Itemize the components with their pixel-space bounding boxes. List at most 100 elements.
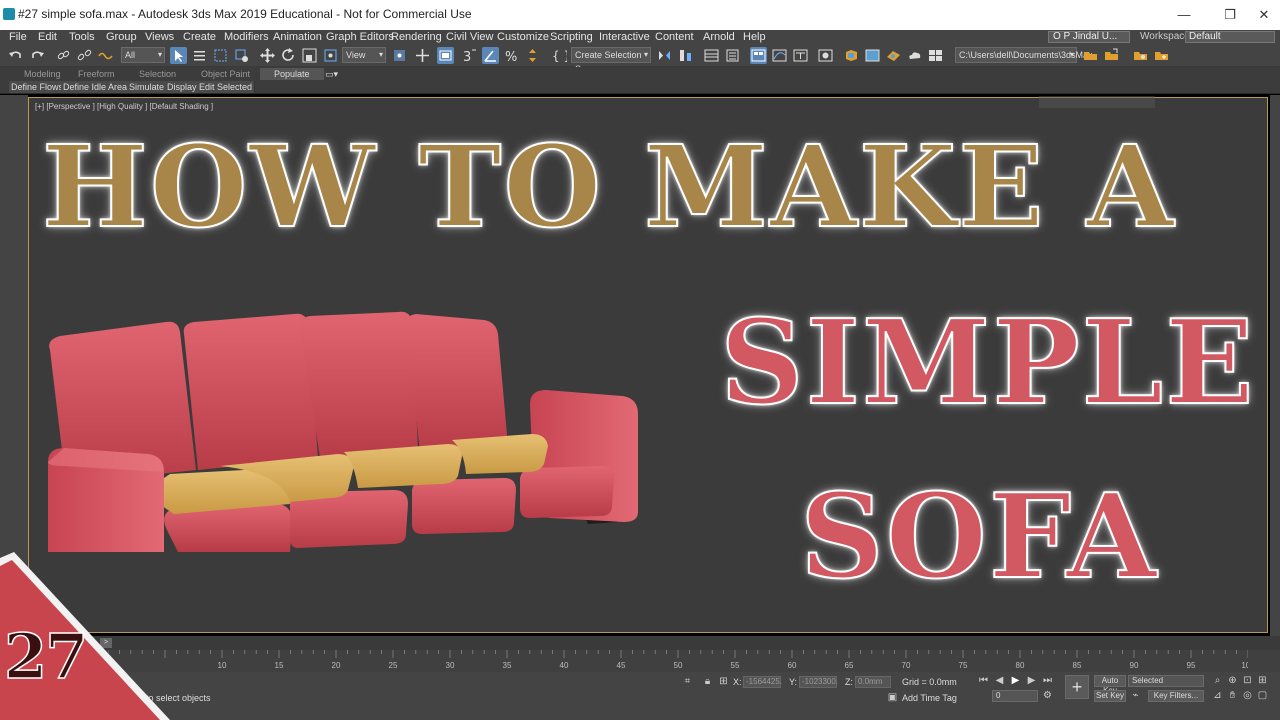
current-frame-field[interactable]: 0	[992, 690, 1038, 702]
menu-file[interactable]: File	[9, 30, 27, 44]
key-set-dropdown[interactable]: Selected	[1128, 675, 1204, 687]
goto-end-icon[interactable]: ⏭	[1042, 675, 1053, 686]
zoom-icon[interactable]: ⌕	[1212, 675, 1223, 686]
window-crossing-icon[interactable]	[233, 47, 250, 64]
render-in-cloud-icon[interactable]	[906, 47, 923, 64]
pivot-center-icon[interactable]	[391, 47, 408, 64]
folder-add-icon[interactable]	[1153, 47, 1170, 64]
open-folder-icon[interactable]	[1103, 47, 1120, 64]
absolute-mode-icon[interactable]: ⊞	[718, 676, 729, 687]
close-button[interactable]: ✕	[1244, 5, 1280, 25]
menu-content[interactable]: Content	[655, 30, 694, 44]
zoom-all-icon[interactable]: ⊕	[1227, 675, 1238, 686]
menu-customize[interactable]: Customize	[497, 30, 549, 44]
previous-frame-icon[interactable]: ◀︎	[994, 675, 1005, 686]
bind-space-warp-icon[interactable]	[97, 47, 114, 64]
x-coordinate-field[interactable]: -1564425.	[743, 676, 782, 688]
add-time-tag-button[interactable]: Add Time Tag	[902, 693, 957, 703]
menu-arnold[interactable]: Arnold	[703, 30, 735, 44]
maximize-viewport-icon[interactable]: ▢	[1257, 690, 1268, 701]
orbit-icon[interactable]: ◎	[1242, 690, 1253, 701]
next-frame-icon[interactable]: ▶︎	[1026, 675, 1037, 686]
align-icon[interactable]	[677, 47, 694, 64]
workspaces-dropdown[interactable]: Default	[1185, 31, 1275, 43]
material-editor-icon[interactable]	[817, 47, 834, 64]
set-keys-icon[interactable]: +	[1065, 675, 1089, 699]
folder-settings-icon[interactable]	[1132, 47, 1149, 64]
menu-views[interactable]: Views	[145, 30, 174, 44]
menu-modifiers[interactable]: Modifiers	[224, 30, 269, 44]
menu-group[interactable]: Group	[106, 30, 137, 44]
layer-explorer-icon[interactable]	[724, 47, 741, 64]
define-idle-areas-button[interactable]: Define Idle Areas	[61, 81, 135, 93]
select-by-name-icon[interactable]	[191, 47, 208, 64]
field-of-view-icon[interactable]: ⊿	[1212, 690, 1223, 701]
menu-help[interactable]: Help	[743, 30, 766, 44]
display-button[interactable]: Display	[165, 81, 200, 93]
a360-gallery-icon[interactable]	[927, 47, 944, 64]
spinner-snap-icon[interactable]	[524, 47, 541, 64]
schematic-view-icon[interactable]	[792, 47, 809, 64]
menu-civil-view[interactable]: Civil View	[446, 30, 493, 44]
project-path-dropdown[interactable]: C:\Users\dell\Documents\3dsMax	[955, 47, 1093, 63]
set-key-button[interactable]: Set Key	[1094, 690, 1126, 702]
edit-selected-button[interactable]: Edit Selected	[197, 81, 256, 93]
link-icon[interactable]	[55, 47, 72, 64]
scene-explorer-icon[interactable]	[703, 47, 720, 64]
move-icon[interactable]	[259, 47, 276, 64]
menu-rendering[interactable]: Rendering	[391, 30, 442, 44]
project-folder-icon[interactable]	[1082, 47, 1099, 64]
reference-coord-dropdown[interactable]: View	[342, 47, 386, 63]
select-object-icon[interactable]	[170, 47, 187, 64]
isolate-icon[interactable]: ⌗	[682, 676, 693, 687]
goto-start-icon[interactable]: ⏮	[978, 675, 989, 686]
tab-populate[interactable]: Populate	[260, 68, 324, 80]
zoom-extents-all-icon[interactable]: ⊞	[1257, 675, 1268, 686]
time-tag-icon[interactable]: ▣	[887, 692, 898, 703]
rectangular-selection-icon[interactable]	[212, 47, 229, 64]
percent-snap-icon[interactable]: %	[503, 47, 520, 65]
time-slider-bar[interactable]: >	[0, 636, 1280, 650]
unlink-icon[interactable]	[76, 47, 93, 64]
z-coordinate-field[interactable]: 0.0mm	[855, 676, 891, 688]
rendered-frame-window-icon[interactable]	[864, 47, 881, 64]
viewport-label[interactable]: [+] [Perspective ] [High Quality ] [Defa…	[35, 102, 213, 111]
zoom-extents-icon[interactable]: ⊡	[1242, 675, 1253, 686]
ribbon-options-icon[interactable]: ▭▾	[325, 68, 338, 80]
mirror-icon[interactable]	[656, 47, 673, 64]
edit-named-selection-icon[interactable]: { }	[550, 47, 571, 64]
menu-graph-editors[interactable]: Graph Editors	[326, 30, 394, 44]
redo-icon[interactable]	[29, 47, 46, 64]
rotate-icon[interactable]	[280, 47, 297, 64]
auto-key-button[interactable]: Auto Key	[1094, 675, 1126, 695]
toggle-ribbon-icon[interactable]	[750, 47, 767, 64]
menu-interactive[interactable]: Interactive	[599, 30, 650, 44]
pan-icon[interactable]: ✋︎	[1227, 690, 1238, 701]
track-bar[interactable]: 10 15 20 25 30 35 40 45 50 55 60 65 70 75 80 85 90 95 100	[0, 650, 1280, 672]
play-icon[interactable]: ▶︎	[1010, 675, 1021, 686]
placement-icon[interactable]	[322, 47, 339, 64]
keyboard-shortcut-override-icon[interactable]	[437, 47, 454, 64]
undo-icon[interactable]	[7, 47, 24, 64]
snaps-toggle-icon[interactable]: 3	[461, 47, 478, 65]
simulate-button[interactable]: Simulate	[127, 81, 168, 93]
render-production-icon[interactable]	[885, 47, 902, 64]
select-manipulate-icon[interactable]	[414, 47, 431, 64]
selection-filter-dropdown[interactable]: All	[121, 47, 165, 63]
define-flows-button[interactable]: Define Flows	[9, 81, 67, 93]
scale-icon[interactable]	[301, 47, 318, 64]
minimize-button[interactable]: —	[1164, 5, 1204, 25]
menu-edit[interactable]: Edit	[38, 30, 57, 44]
angle-snap-icon[interactable]	[482, 47, 499, 64]
tab-selection[interactable]: Selection	[139, 68, 176, 80]
time-config-icon[interactable]: ⚙︎	[1042, 690, 1053, 701]
tab-object-paint[interactable]: Object Paint	[201, 68, 250, 80]
menu-scripting[interactable]: Scripting	[550, 30, 593, 44]
key-mode-icon[interactable]: ⌁	[1130, 690, 1141, 701]
tab-freeform[interactable]: Freeform	[78, 68, 115, 80]
named-selection-dropdown[interactable]: Create Selection Se	[571, 47, 651, 74]
curve-editor-icon[interactable]	[771, 47, 788, 64]
menu-animation[interactable]: Animation	[273, 30, 322, 44]
key-filters-button[interactable]: Key Filters...	[1148, 690, 1204, 702]
tab-modeling[interactable]: Modeling	[24, 68, 61, 80]
